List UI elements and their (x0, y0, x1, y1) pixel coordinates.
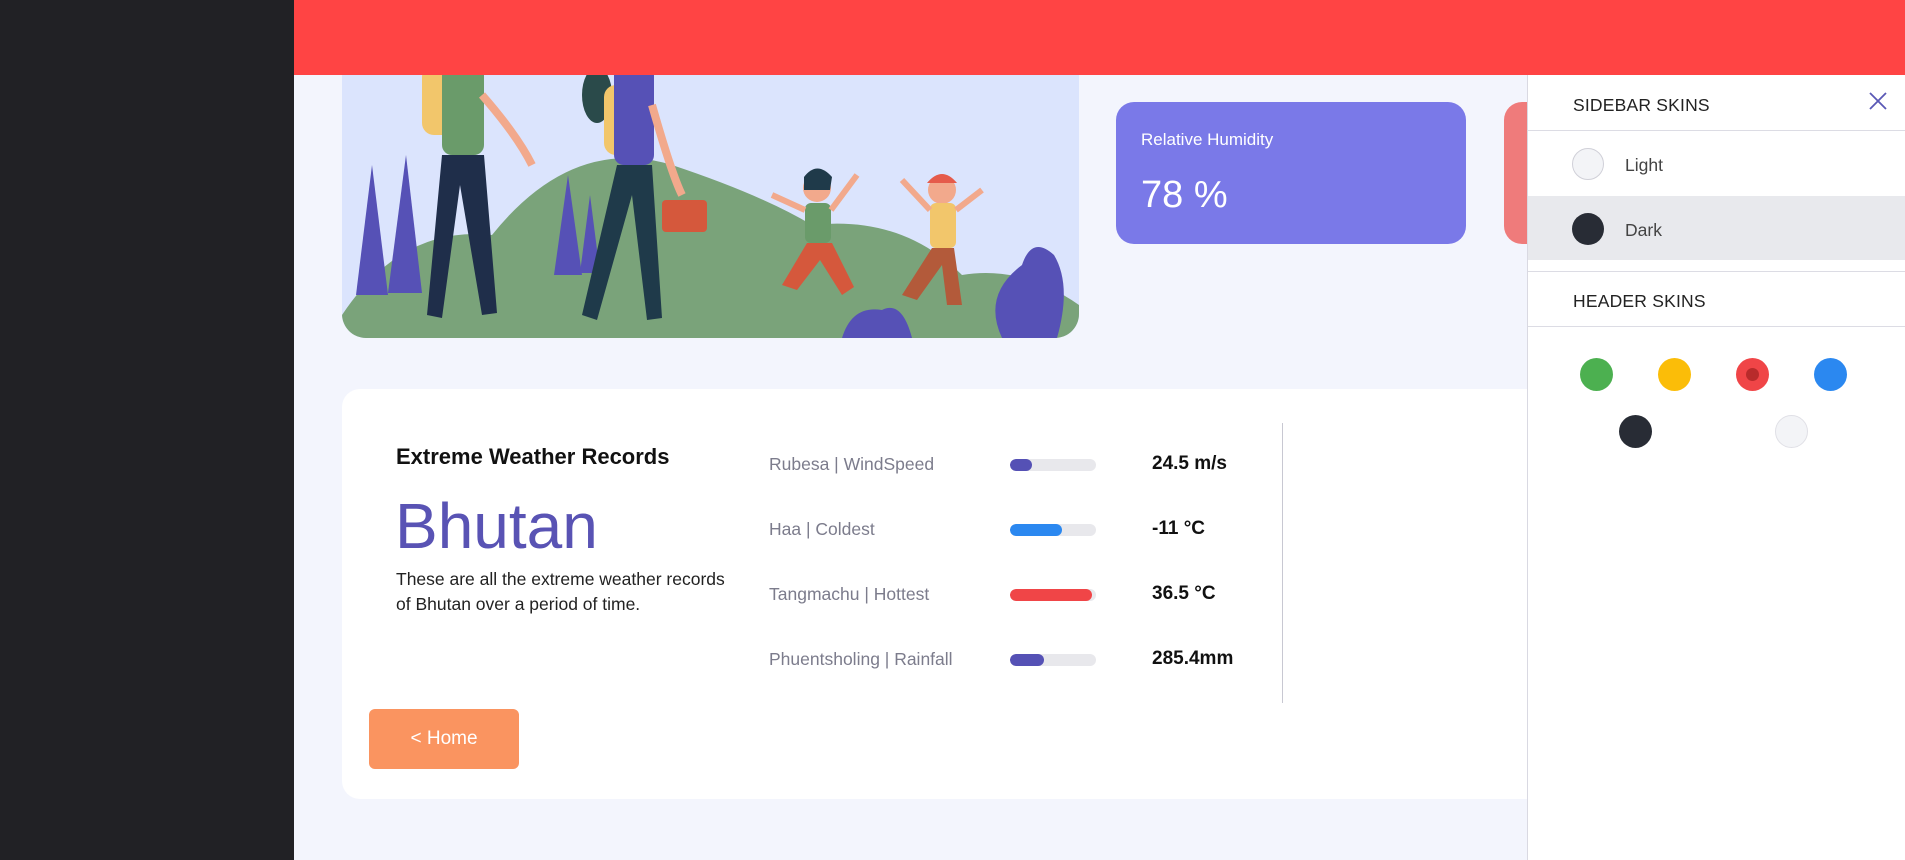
home-button[interactable]: < Home (369, 709, 519, 769)
sidebar-skin-dark[interactable]: Dark (1528, 196, 1905, 260)
record-label: Haa | Coldest (769, 519, 875, 539)
extreme-weather-records-card: Extreme Weather Records Bhutan These are… (342, 389, 1527, 799)
record-progress-bar (1010, 459, 1096, 471)
record-progress-bar (1010, 524, 1096, 536)
humidity-value: 78 % (1141, 174, 1228, 216)
record-label: Phuentsholing | Rainfall (769, 649, 953, 669)
close-icon[interactable] (1866, 89, 1890, 113)
header-skin-red[interactable] (1736, 358, 1769, 391)
selected-indicator-icon (1746, 368, 1759, 381)
header-skin-dark[interactable] (1619, 415, 1652, 448)
dark-swatch (1572, 213, 1604, 245)
family-hiking-illustration (342, 75, 1079, 338)
record-value: 285.4mm (1152, 648, 1234, 669)
top-header (294, 0, 1905, 75)
skin-settings-panel: SIDEBAR SKINS Light Dark HEADER SKINS (1527, 75, 1905, 860)
header-skins-title: HEADER SKINS (1573, 291, 1706, 311)
record-row: Haa | Coldest -11 °C (342, 514, 1527, 544)
record-row: Rubesa | WindSpeed 24.5 m/s (342, 449, 1527, 479)
humidity-card: Relative Humidity 78 % (1116, 102, 1466, 244)
humidity-label: Relative Humidity (1141, 130, 1274, 149)
record-label: Rubesa | WindSpeed (769, 454, 935, 474)
record-value: 36.5 °C (1152, 583, 1216, 604)
header-skin-blue[interactable] (1814, 358, 1847, 391)
sidebar-skin-light[interactable]: Light (1528, 131, 1905, 195)
record-row: Tangmachu | Hottest 36.5 °C (342, 579, 1527, 609)
light-swatch (1572, 148, 1604, 180)
record-progress-bar (1010, 589, 1096, 601)
record-progress-bar (1010, 654, 1096, 666)
temperature-card-partial (1504, 102, 1527, 244)
header-skin-green[interactable] (1580, 358, 1613, 391)
record-label: Tangmachu | Hottest (769, 584, 930, 604)
divider (1528, 271, 1905, 272)
skin-label: Light (1625, 155, 1663, 175)
sidebar (0, 0, 294, 860)
record-value: 24.5 m/s (1152, 453, 1227, 474)
hero-illustration (342, 75, 1079, 338)
skin-label: Dark (1625, 220, 1662, 240)
records-divider (1282, 423, 1283, 703)
record-row: Phuentsholing | Rainfall 285.4mm (342, 644, 1527, 674)
main-content: Relative Humidity 78 % Extreme Weather R… (294, 75, 1527, 860)
record-value: -11 °C (1152, 518, 1206, 539)
header-skin-yellow[interactable] (1658, 358, 1691, 391)
divider (1528, 326, 1905, 327)
sidebar-skins-title: SIDEBAR SKINS (1573, 95, 1710, 115)
header-skin-light[interactable] (1775, 415, 1808, 448)
